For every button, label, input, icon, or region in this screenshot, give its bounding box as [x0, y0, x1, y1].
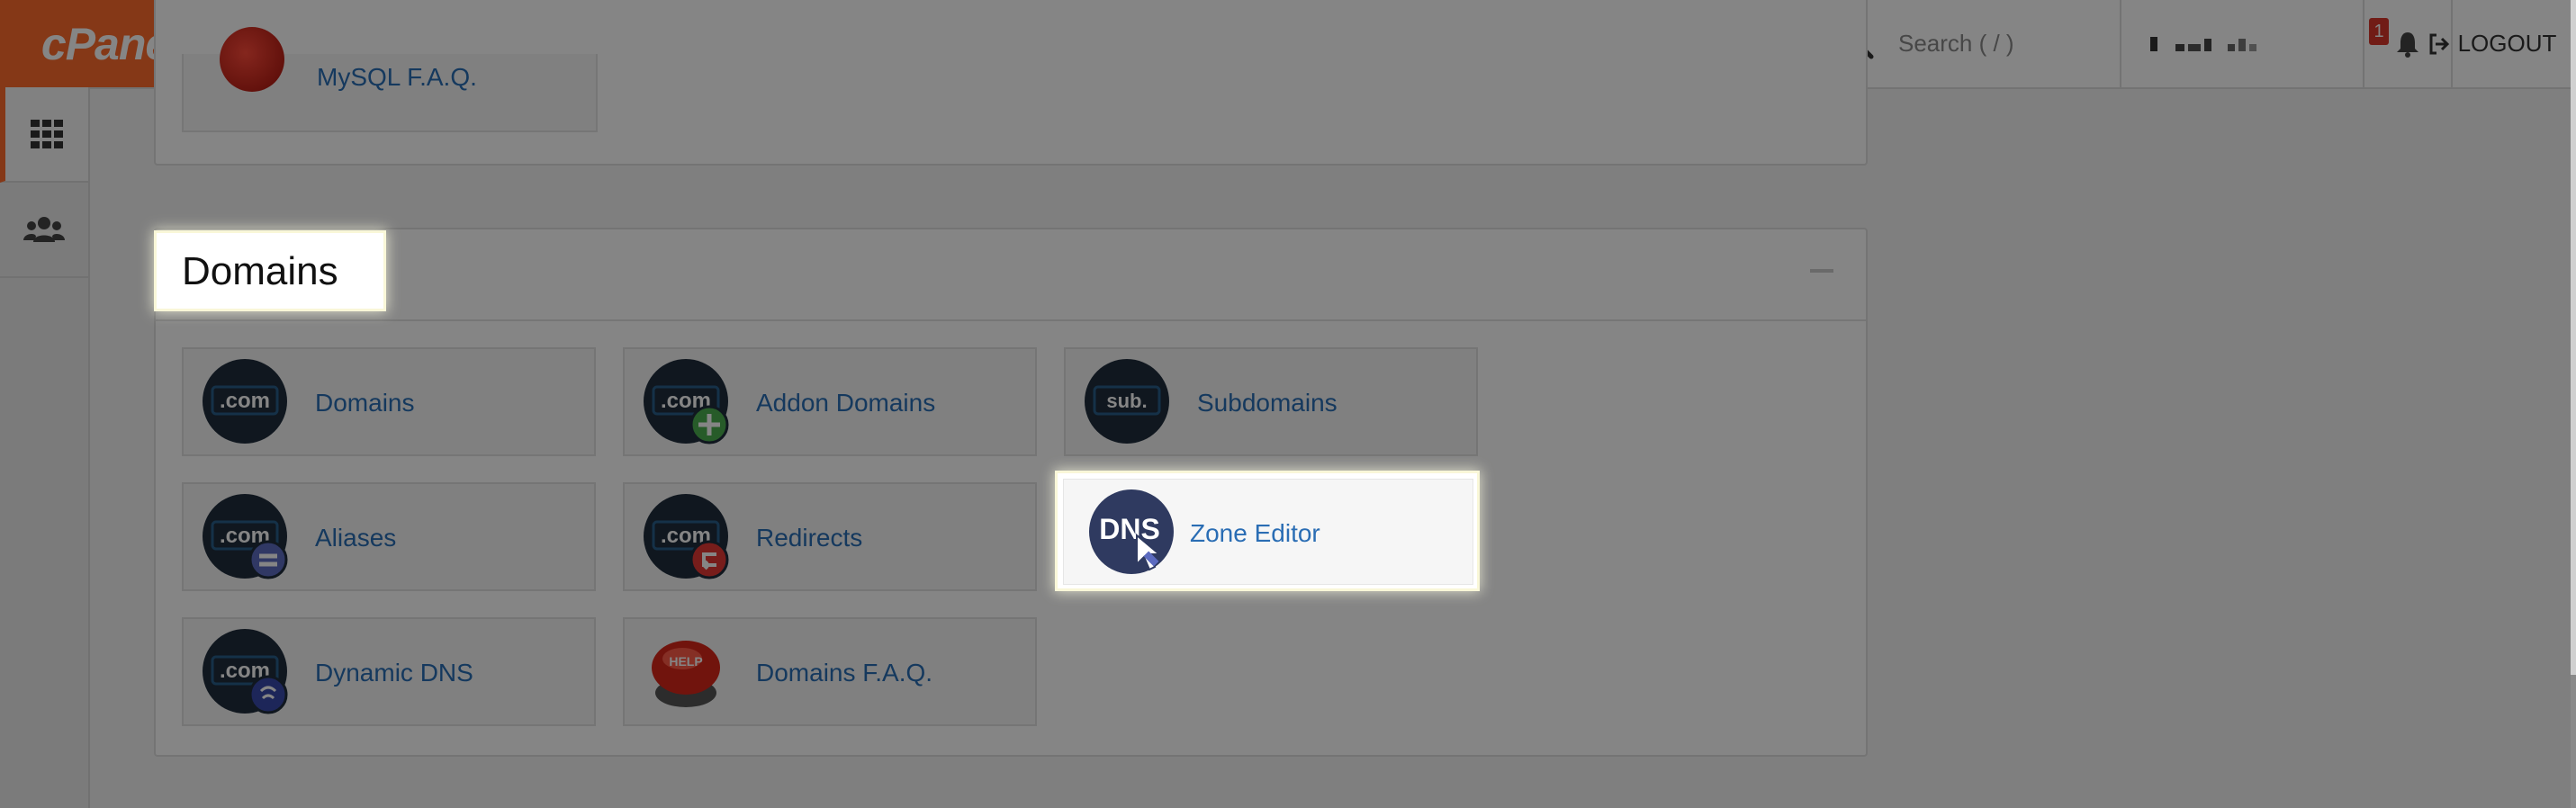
search-placeholder: Search ( / ) — [1898, 30, 2014, 57]
redirects-label: Redirects — [756, 524, 863, 552]
dot-com-dynamic-icon: .com — [203, 629, 288, 714]
sidebar-item-home[interactable] — [0, 87, 88, 183]
domains-faq-label: Domains F.A.Q. — [756, 659, 933, 687]
domains-item-addon-domains[interactable]: .com Addon Domains — [623, 347, 1037, 456]
domains-item-subdomains[interactable]: sub. Subdomains — [1064, 347, 1478, 456]
zone-editor-card-inner: DNS Zone Editor — [1063, 479, 1473, 585]
users-icon — [23, 217, 65, 242]
dot-com-icon: .com — [203, 359, 287, 444]
sidebar-item-users[interactable] — [0, 183, 88, 278]
logout-label: LOGOUT — [2457, 30, 2557, 57]
notification-badge: 1 — [2369, 18, 2389, 45]
help-button-icon — [220, 27, 284, 92]
domains-section-title: Domains — [157, 233, 383, 309]
domains-item-domains-faq[interactable]: HELP Domains F.A.Q. — [623, 617, 1037, 726]
mysql-faq-label: MySQL F.A.Q. — [317, 63, 477, 91]
svg-text:sub.: sub. — [1106, 390, 1147, 412]
addon-domains-label: Addon Domains — [756, 389, 936, 417]
mysql-faq-card[interactable]: MySQL F.A.Q. — [182, 27, 598, 132]
subdomain-icon: sub. — [1085, 359, 1169, 444]
domains-label: Domains — [315, 389, 415, 417]
domains-panel-header[interactable] — [156, 229, 1866, 321]
user-menu[interactable] — [2120, 0, 2364, 87]
domains-item-redirects[interactable]: .com Redirects — [623, 482, 1037, 591]
subdomains-label: Subdomains — [1197, 389, 1338, 417]
domains-item-zone-editor[interactable]: DNS Zone Editor — [1058, 473, 1477, 588]
zone-editor-label: Zone Editor — [1190, 519, 1320, 547]
logout-icon — [2429, 33, 2449, 54]
dot-com-add-icon: .com — [644, 359, 729, 444]
domains-item-domains[interactable]: .com Domains — [182, 347, 596, 456]
sidebar — [0, 87, 90, 808]
dynamic-dns-label: Dynamic DNS — [315, 659, 473, 687]
svg-text:HELP: HELP — [669, 654, 702, 669]
apps-grid-icon — [31, 120, 63, 148]
collapse-icon[interactable] — [1810, 269, 1833, 273]
svg-text:.com: .com — [220, 389, 270, 413]
domains-title-text: Domains — [182, 249, 338, 293]
dns-zone-icon: DNS — [1089, 489, 1174, 574]
dot-com-alias-icon: .com — [203, 494, 288, 579]
domains-item-dynamic-dns[interactable]: .com Dynamic DNS — [182, 617, 596, 726]
dot-com-redirect-icon: .com — [644, 494, 729, 579]
logout-button[interactable]: LOGOUT — [2408, 0, 2576, 87]
svg-text:DNS: DNS — [1099, 513, 1160, 545]
page-scrollbar[interactable] — [2571, 0, 2576, 808]
username-redacted — [2150, 36, 2256, 51]
scrollbar-thumb[interactable] — [2571, 675, 2576, 808]
help-button-icon: HELP — [652, 641, 720, 707]
domains-item-aliases[interactable]: .com Aliases — [182, 482, 596, 591]
aliases-label: Aliases — [315, 524, 397, 552]
